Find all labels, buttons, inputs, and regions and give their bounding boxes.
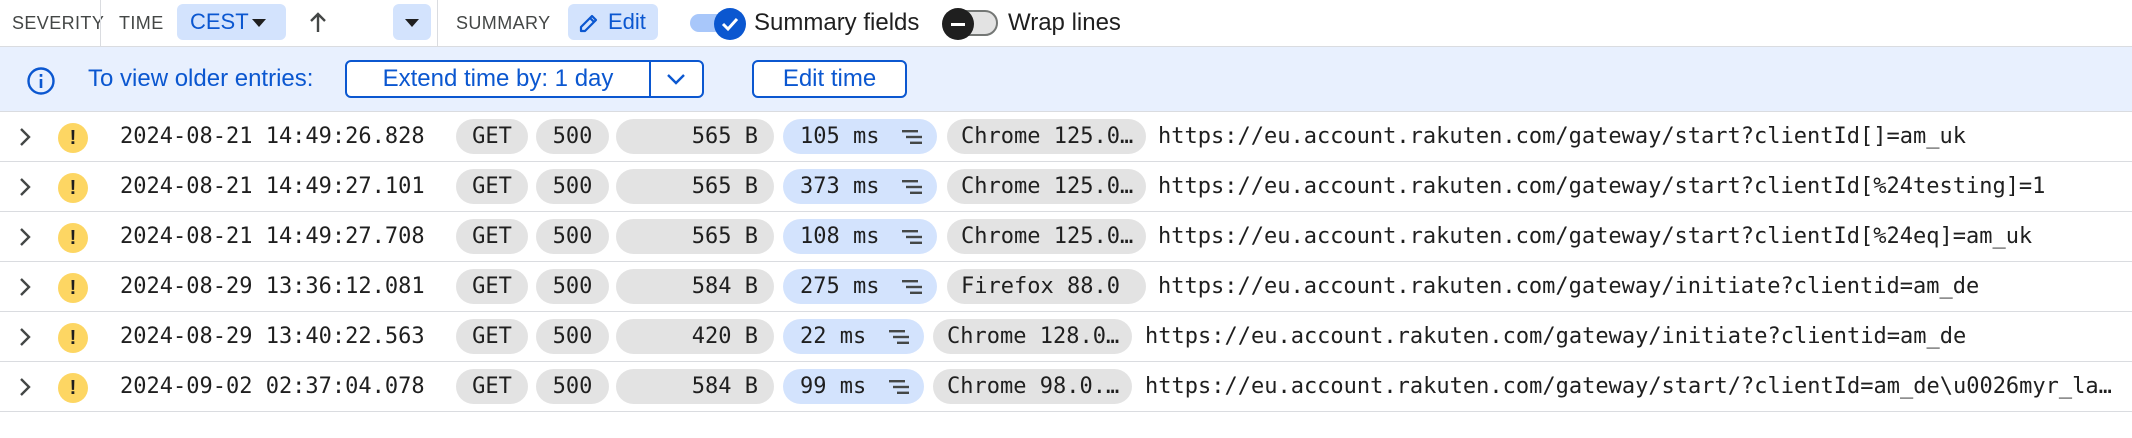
column-divider: [100, 0, 101, 46]
checkmark-icon: [714, 8, 746, 40]
status-code-chip[interactable]: 500: [536, 119, 609, 154]
log-row[interactable]: ! 2024-08-21 14:49:27.708 GET 500 565 B …: [0, 212, 2132, 262]
wrap-lines-toggle[interactable]: [942, 8, 1000, 40]
timestamp: 2024-09-02 02:37:04.078: [120, 374, 425, 399]
time-column-header[interactable]: TIME: [119, 0, 164, 46]
edit-summary-button[interactable]: Edit: [568, 4, 658, 40]
extend-time-split-button: Extend time by: 1 day: [345, 60, 704, 98]
warning-severity-icon: !: [58, 373, 88, 403]
log-row[interactable]: ! 2024-08-21 14:49:27.101 GET 500 565 B …: [0, 162, 2132, 212]
banner-message: To view older entries:: [88, 65, 314, 92]
request-url[interactable]: https://eu.account.rakuten.com/gateway/i…: [1145, 312, 2122, 361]
chevron-right-icon[interactable]: [14, 274, 36, 300]
info-icon: [27, 67, 55, 95]
waterfall-icon: [889, 330, 909, 344]
user-agent-chip[interactable]: Firefox 88.0: [947, 269, 1146, 304]
warning-severity-icon: !: [58, 123, 88, 153]
waterfall-icon: [889, 380, 909, 394]
warning-severity-icon: !: [58, 273, 88, 303]
log-row[interactable]: ! 2024-08-29 13:40:22.563 GET 500 420 B …: [0, 312, 2132, 362]
time-options-dropdown-button[interactable]: [393, 4, 431, 40]
response-size-chip[interactable]: 565 B: [616, 119, 774, 154]
chevron-right-icon[interactable]: [14, 324, 36, 350]
wrap-lines-label: Wrap lines: [1008, 9, 1121, 36]
response-size-chip[interactable]: 584 B: [616, 369, 774, 404]
log-row[interactable]: ! 2024-08-21 14:49:26.828 GET 500 565 B …: [0, 112, 2132, 162]
status-code-chip[interactable]: 500: [536, 219, 609, 254]
user-agent-chip[interactable]: Chrome 98.0.…: [933, 369, 1132, 404]
chevron-right-icon[interactable]: [14, 174, 36, 200]
user-agent-chip[interactable]: Chrome 128.0…: [933, 319, 1132, 354]
status-code-chip[interactable]: 500: [536, 169, 609, 204]
warning-severity-icon: !: [58, 223, 88, 253]
latency-chip[interactable]: 99 ms: [783, 369, 924, 404]
http-method-chip[interactable]: GET: [456, 319, 528, 354]
toggle-off-knob-icon: [942, 8, 974, 40]
pencil-icon: [579, 14, 598, 33]
response-size-chip[interactable]: 565 B: [616, 169, 774, 204]
latency-chip[interactable]: 105 ms: [783, 119, 937, 154]
request-url[interactable]: https://eu.account.rakuten.com/gateway/s…: [1158, 162, 2122, 211]
sort-ascending-icon[interactable]: [306, 8, 330, 38]
timezone-value: CEST: [190, 9, 249, 34]
status-code-chip[interactable]: 500: [536, 319, 609, 354]
latency-chip[interactable]: 22 ms: [783, 319, 924, 354]
request-url[interactable]: https://eu.account.rakuten.com/gateway/s…: [1158, 112, 2122, 161]
waterfall-icon: [902, 230, 922, 244]
summary-fields-label: Summary fields: [754, 9, 920, 36]
waterfall-icon: [902, 180, 922, 194]
waterfall-icon: [902, 280, 922, 294]
log-row[interactable]: ! 2024-08-29 13:36:12.081 GET 500 584 B …: [0, 262, 2132, 312]
http-method-chip[interactable]: GET: [456, 219, 528, 254]
user-agent-chip[interactable]: Chrome 125.0…: [947, 119, 1146, 154]
http-method-chip[interactable]: GET: [456, 119, 528, 154]
extend-time-button[interactable]: Extend time by: 1 day: [347, 62, 649, 96]
warning-severity-icon: !: [58, 173, 88, 203]
edit-time-button[interactable]: Edit time: [752, 60, 907, 98]
summary-column-header: SUMMARY: [456, 12, 551, 33]
request-url[interactable]: https://eu.account.rakuten.com/gateway/s…: [1145, 362, 2122, 411]
timestamp: 2024-08-29 13:36:12.081: [120, 274, 425, 299]
latency-chip[interactable]: 275 ms: [783, 269, 937, 304]
latency-chip[interactable]: 373 ms: [783, 169, 937, 204]
summary-fields-toggle[interactable]: [690, 8, 748, 40]
status-code-chip[interactable]: 500: [536, 369, 609, 404]
log-table-header: SEVERITY TIME CEST SUMMARY Edit Summary …: [0, 0, 2132, 47]
http-method-chip[interactable]: GET: [456, 169, 528, 204]
timestamp: 2024-08-21 14:49:27.101: [120, 174, 425, 199]
column-divider: [437, 0, 438, 46]
chevron-down-icon[interactable]: [665, 70, 687, 88]
http-method-chip[interactable]: GET: [456, 269, 528, 304]
response-size-chip[interactable]: 420 B: [616, 319, 774, 354]
chevron-right-icon[interactable]: [14, 224, 36, 250]
latency-chip[interactable]: 108 ms: [783, 219, 937, 254]
timestamp: 2024-08-21 14:49:27.708: [120, 224, 425, 249]
request-url[interactable]: https://eu.account.rakuten.com/gateway/i…: [1158, 262, 2122, 311]
caret-down-icon: [252, 19, 266, 27]
request-url[interactable]: https://eu.account.rakuten.com/gateway/s…: [1158, 212, 2122, 261]
response-size-chip[interactable]: 584 B: [616, 269, 774, 304]
status-code-chip[interactable]: 500: [536, 269, 609, 304]
chevron-right-icon[interactable]: [14, 124, 36, 150]
timestamp: 2024-08-21 14:49:26.828: [120, 124, 425, 149]
log-row[interactable]: ! 2024-09-02 02:37:04.078 GET 500 584 B …: [0, 362, 2132, 412]
timezone-dropdown[interactable]: CEST: [177, 4, 286, 40]
chevron-right-icon[interactable]: [14, 374, 36, 400]
user-agent-chip[interactable]: Chrome 125.0…: [947, 169, 1146, 204]
warning-severity-icon: !: [58, 323, 88, 353]
user-agent-chip[interactable]: Chrome 125.0…: [947, 219, 1146, 254]
response-size-chip[interactable]: 565 B: [616, 219, 774, 254]
severity-column-header[interactable]: SEVERITY: [12, 0, 104, 46]
caret-down-icon: [405, 19, 419, 27]
http-method-chip[interactable]: GET: [456, 369, 528, 404]
timestamp: 2024-08-29 13:40:22.563: [120, 324, 425, 349]
waterfall-icon: [902, 130, 922, 144]
older-entries-banner: To view older entries: Extend time by: 1…: [0, 47, 2132, 112]
